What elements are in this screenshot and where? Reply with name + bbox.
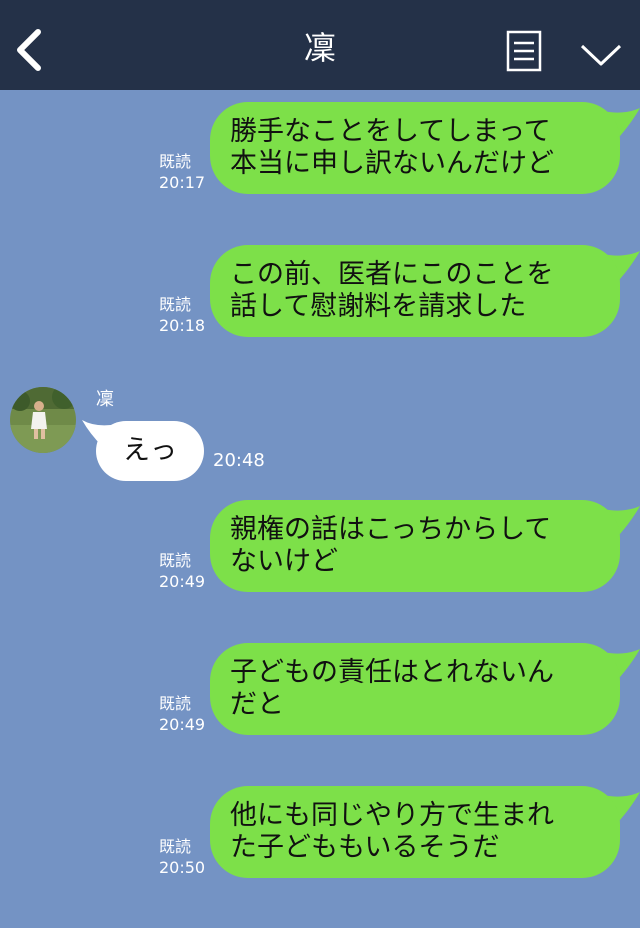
message-time: 20:50	[159, 858, 206, 877]
chat-title: 凜	[303, 29, 336, 67]
received-message-bubble[interactable]: えっ	[96, 421, 204, 481]
message-time: 20:49	[159, 572, 206, 591]
document-lines-icon	[506, 30, 542, 72]
sent-message-bubble[interactable]: この前、医者にこのことを 話して慰謝料を請求した	[210, 245, 620, 337]
collapse-button[interactable]	[580, 42, 622, 68]
sent-message-bubble[interactable]: 勝手なことをしてしまって 本当に申し訳ないんだけど	[210, 102, 620, 194]
message-time: 20:48	[213, 450, 265, 471]
menu-button[interactable]	[506, 30, 542, 72]
chat-header: 凜	[0, 0, 640, 90]
avatar[interactable]	[10, 387, 76, 453]
sender-name: 凜	[96, 389, 114, 410]
chevron-down-icon	[580, 44, 622, 66]
message-time: 20:17	[159, 173, 206, 192]
sent-message-bubble[interactable]: 子どもの責任はとれないん だと	[210, 643, 620, 735]
avatar-photo	[10, 387, 76, 453]
sent-message-bubble[interactable]: 親権の話はこっちからして ないけど	[210, 500, 620, 592]
message-time: 20:18	[159, 316, 206, 335]
message-time: 20:49	[159, 715, 206, 734]
sent-message-bubble[interactable]: 他にも同じやり方で生まれ た子どももいるそうだ	[210, 786, 620, 878]
